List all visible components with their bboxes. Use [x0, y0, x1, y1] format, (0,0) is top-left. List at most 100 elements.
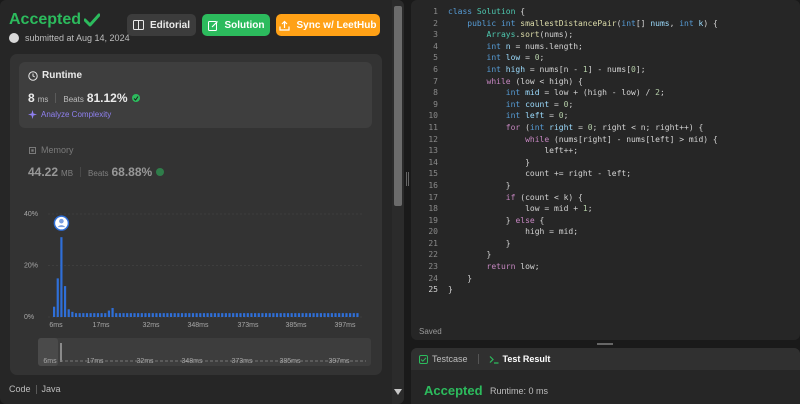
bar	[89, 313, 92, 317]
code-line[interactable]: 10 int left = 0;	[411, 110, 800, 122]
bar	[330, 313, 333, 317]
code-line[interactable]: 7 while (low < high) {	[411, 76, 800, 88]
code-line[interactable]: 24 }	[411, 273, 800, 285]
code-line[interactable]: 17 if (count < k) {	[411, 192, 800, 204]
bar	[177, 313, 180, 317]
code-line[interactable]: 16 }	[411, 180, 800, 192]
code-text: high = mid;	[448, 227, 579, 237]
tab-testcase-label: Testcase	[432, 354, 468, 364]
y-tick-label: 0%	[24, 314, 34, 321]
code-line[interactable]: 2 public int smallestDistancePair(int[] …	[411, 18, 800, 30]
code-line[interactable]: 3 Arrays.sort(nums);	[411, 29, 800, 41]
bar	[345, 313, 348, 317]
bar	[140, 313, 143, 317]
code-line[interactable]: 11 for (int right = 0; right < n; right+…	[411, 122, 800, 134]
code-line[interactable]: 12 while (nums[right] - nums[left] > mid…	[411, 134, 800, 146]
bar	[169, 313, 173, 317]
code-editor[interactable]: 1 class Solution {2 public int smallestDi…	[411, 0, 800, 340]
bar	[96, 313, 100, 317]
editor-result-resizer[interactable]	[411, 340, 800, 348]
code-text: int count = 0;	[505, 99, 574, 109]
code-text: class Solution {	[448, 7, 526, 16]
divider	[477, 354, 479, 364]
vertical-scrollbar[interactable]	[392, 0, 404, 404]
bar	[144, 313, 147, 317]
code-line[interactable]: 20 high = mid;	[411, 226, 800, 238]
bar	[319, 313, 322, 317]
bar	[338, 313, 341, 317]
line-number: 9	[433, 99, 438, 109]
minimap-tick-label: 348ms	[181, 358, 203, 365]
bar	[323, 313, 326, 317]
code-line[interactable]: 14 }	[411, 157, 800, 169]
bar	[239, 313, 242, 317]
bar	[294, 313, 297, 317]
bar	[221, 313, 224, 317]
line-number: 7	[433, 76, 438, 86]
line-number: 15	[428, 169, 438, 179]
code-line[interactable]: 9 int count = 0;	[411, 99, 800, 111]
code-text: if (count < k) {	[505, 192, 583, 202]
line-number: 19	[428, 215, 438, 225]
code-line[interactable]: 1 class Solution {	[411, 6, 800, 18]
line-number: 13	[428, 146, 438, 156]
code-text: while (nums[right] - nums[left] > mid) {	[525, 134, 718, 144]
runtime-distribution-chart[interactable]: 40% 20% 0% 6ms 17ms 32ms 348ms 373ms 385ms 397ms 6…	[0, 0, 392, 380]
scroll-down-arrow-icon[interactable]	[394, 389, 402, 395]
line-number: 5	[433, 53, 438, 63]
line-number: 11	[428, 122, 438, 132]
tab-test-result-label: Test Result	[502, 354, 551, 364]
code-line[interactable]: 13 left++;	[411, 145, 800, 157]
code-line[interactable]: 4 int n = nums.length;	[411, 41, 800, 53]
bar	[53, 306, 56, 317]
code-line[interactable]: 15 count += right - left;	[411, 168, 800, 180]
line-number: 4	[433, 41, 438, 51]
minimap-tick-label: 32ms	[136, 358, 154, 365]
code-line[interactable]: 5 int low = 0;	[411, 52, 800, 64]
code-line[interactable]: 8 int mid = low + (high - low) / 2;	[411, 87, 800, 99]
code-line[interactable]: 19 } else {	[411, 215, 800, 227]
bar	[191, 313, 195, 317]
bar	[206, 313, 209, 317]
bar	[308, 313, 312, 317]
code-line[interactable]: 23 return low;	[411, 261, 800, 273]
bar	[173, 313, 176, 317]
line-number: 25	[428, 285, 438, 295]
bar	[224, 313, 227, 317]
code-line[interactable]: 6 int high = nums[n - 1] - nums[0];	[411, 64, 800, 76]
bar	[352, 313, 355, 317]
panel-resizer[interactable]	[404, 0, 411, 404]
code-line[interactable]: 21 }	[411, 238, 800, 250]
scrollbar-thumb[interactable]	[394, 6, 402, 206]
bar	[268, 313, 271, 317]
tab-testcase[interactable]: Testcase	[419, 354, 468, 364]
line-number: 22	[428, 250, 438, 260]
code-line[interactable]: 25}	[411, 284, 800, 296]
code-line[interactable]: 18 low = mid + 1;	[411, 203, 800, 215]
bar	[312, 313, 315, 317]
test-result-runtime: Runtime: 0 ms	[490, 386, 549, 396]
code-text: return low;	[486, 262, 540, 272]
bar	[148, 313, 151, 317]
line-number: 20	[428, 227, 438, 237]
bar	[243, 313, 246, 317]
line-number: 10	[428, 111, 438, 121]
bar	[202, 313, 206, 317]
code-text: }	[448, 238, 511, 248]
tab-test-result[interactable]: Test Result	[489, 354, 551, 364]
divider	[35, 384, 37, 394]
code-text: }	[448, 273, 473, 283]
bar	[279, 313, 282, 317]
minimap-tick-label: 373ms	[231, 358, 253, 365]
bar	[316, 313, 319, 317]
bar	[104, 313, 107, 317]
x-tick-label: 385ms	[285, 322, 307, 329]
code-text: public int smallestDistancePair(int[] nu…	[467, 18, 718, 28]
result-tabs: Testcase Test Result	[411, 348, 800, 370]
minimap-tick-label: 6ms	[43, 358, 57, 365]
code-line[interactable]: 22 }	[411, 249, 800, 261]
x-tick-label: 6ms	[49, 322, 63, 329]
code-text: while (low < high) {	[486, 76, 583, 86]
bar	[122, 313, 125, 317]
code-lines[interactable]: 1 class Solution {2 public int smallestDi…	[411, 6, 800, 296]
